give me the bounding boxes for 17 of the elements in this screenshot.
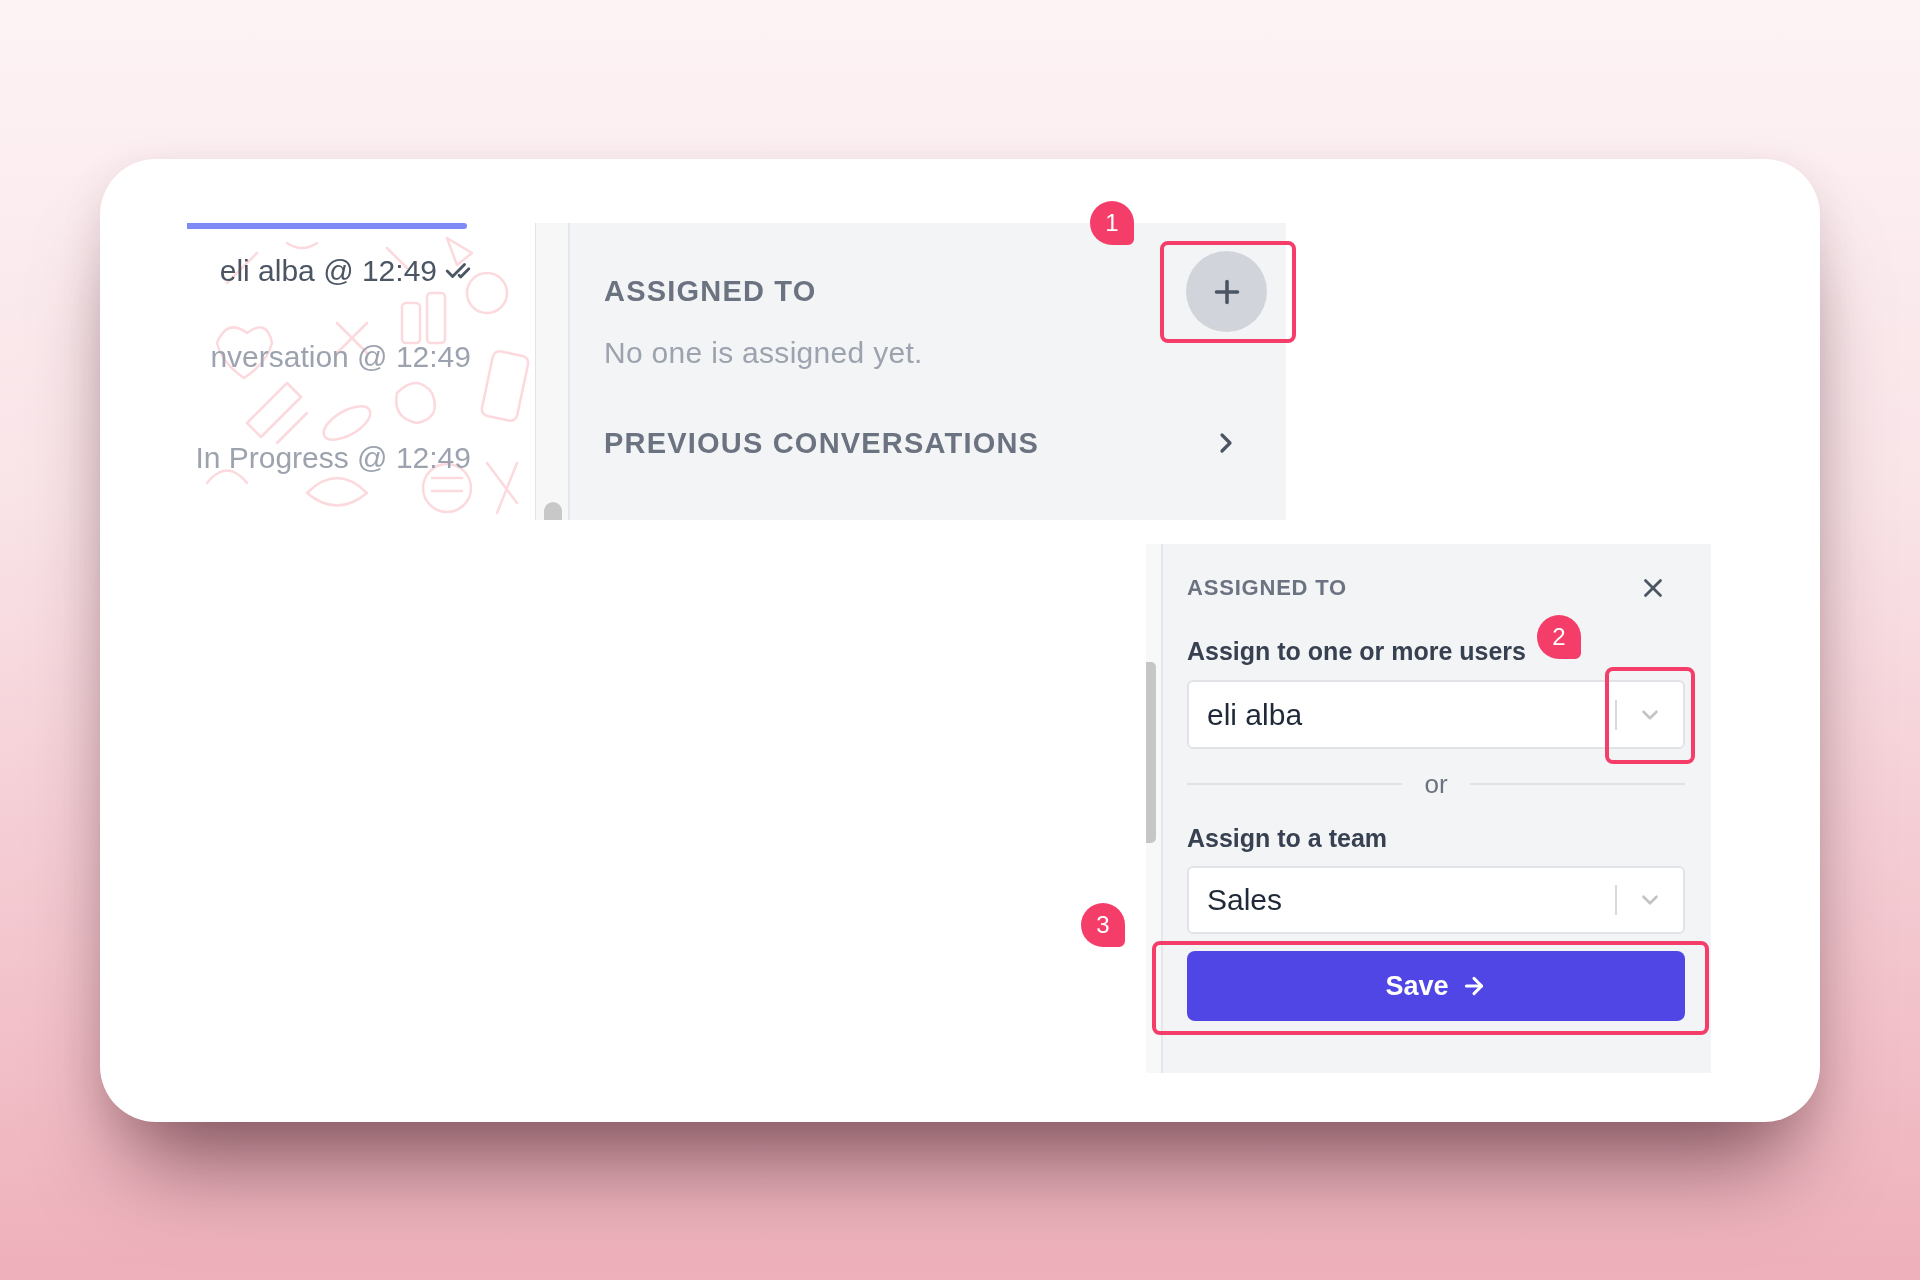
- field-label: Assign to one or more users: [1187, 636, 1526, 666]
- dialog-title: ASSIGNED TO: [1187, 575, 1347, 601]
- divider-text: or: [1424, 770, 1448, 798]
- section-title: ASSIGNED TO: [604, 275, 817, 308]
- activity-note: In Progress @ 12:49: [195, 440, 471, 476]
- field-label: Assign to a team: [1187, 823, 1388, 853]
- step-badge: 1: [1090, 201, 1134, 245]
- message-meta: eli alba @ 12:49: [219, 253, 437, 289]
- user-select[interactable]: eli alba: [1187, 680, 1685, 749]
- step-badge: 3: [1081, 903, 1125, 947]
- scrollbar-thumb[interactable]: [1146, 662, 1156, 843]
- previous-conversations-toggle[interactable]: PREVIOUS CONVERSATIONS: [604, 423, 1268, 463]
- empty-state-text: No one is assigned yet.: [604, 335, 923, 371]
- team-select[interactable]: Sales: [1187, 866, 1685, 934]
- scrollbar-thumb[interactable]: [544, 502, 562, 520]
- activity-note: nversation @ 12:49: [210, 339, 471, 375]
- save-button[interactable]: Save: [1187, 951, 1685, 1021]
